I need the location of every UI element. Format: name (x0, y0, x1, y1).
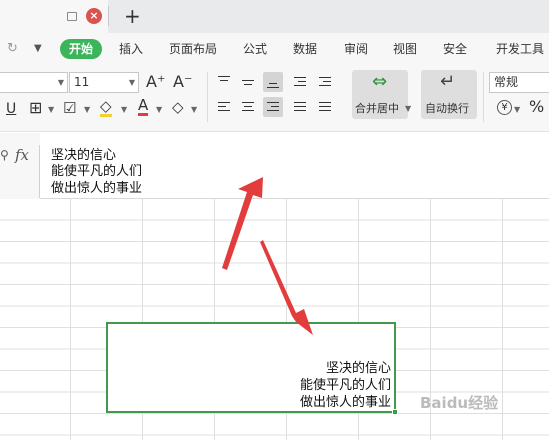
distribute-icon[interactable] (315, 97, 335, 117)
watermark-logo: Baidu经验 (420, 394, 499, 412)
format-dropdown-icon[interactable]: ▼ (84, 105, 90, 114)
toolbar-divider (207, 72, 208, 122)
search-icon[interactable]: ⚲ (0, 148, 9, 162)
formula-line-3: 做出惊人的事业 (51, 181, 143, 196)
redo-icon[interactable]: ↻ (7, 41, 18, 56)
formula-line-1: 坚决的信心 (51, 148, 117, 163)
align-middle-icon[interactable] (238, 72, 258, 92)
border-icon[interactable]: ⊞ (29, 100, 42, 116)
align-top-icon[interactable] (214, 72, 234, 92)
spreadsheet-app: × + ↻ ▼ 开始 插入 页面布局 公式 数据 审阅 视图 安全 开发工具 ▼… (0, 0, 549, 440)
menu-developer[interactable]: 开发工具 (496, 40, 544, 58)
number-format-combo[interactable]: 常规 (489, 72, 549, 93)
cell-line-2: 能使平凡的人们 (299, 378, 391, 393)
cell-line-3: 做出惊人的事业 (299, 395, 391, 410)
fill-color-icon[interactable]: ◇ (100, 99, 112, 117)
align-left-icon[interactable] (214, 97, 234, 117)
menu-view[interactable]: 视图 (393, 40, 417, 58)
number-format-value: 常规 (494, 75, 519, 89)
increase-indent-icon[interactable] (315, 72, 335, 92)
toolbar-divider-2 (483, 72, 484, 122)
dropdown-icon[interactable]: ▼ (34, 43, 42, 54)
menu-formulas[interactable]: 公式 (243, 40, 267, 58)
menu-insert[interactable]: 插入 (119, 40, 143, 58)
justify-icon[interactable] (290, 97, 310, 117)
font-size-combo[interactable]: 11 ▼ (69, 72, 139, 93)
wrap-text-icon: ↵ (440, 71, 456, 92)
merge-center-label: 合并居中 (355, 102, 399, 115)
close-tab-icon[interactable]: × (86, 8, 102, 24)
menu-security[interactable]: 安全 (443, 40, 467, 58)
font-color-icon[interactable]: A (138, 98, 149, 116)
percent-icon[interactable]: % (529, 99, 544, 115)
menu-page-layout[interactable]: 页面布局 (169, 40, 217, 58)
increase-font-icon[interactable]: A⁺ (146, 74, 165, 90)
restore-icon[interactable] (67, 12, 77, 21)
font-name-combo[interactable]: ▼ (0, 72, 68, 93)
underline-icon[interactable]: U (6, 101, 16, 117)
align-right-icon[interactable] (263, 97, 283, 117)
fx-icon[interactable]: fx (15, 146, 29, 164)
font-size-value: 11 (74, 75, 90, 89)
conditional-format-icon[interactable]: ☑ (63, 100, 76, 116)
tab-divider (108, 6, 109, 26)
formula-line-2: 能使平凡的人们 (51, 164, 143, 179)
menu-home[interactable]: 开始 (60, 39, 103, 59)
currency-icon[interactable]: ¥ (497, 100, 512, 115)
fill-handle[interactable] (392, 409, 398, 415)
border-dropdown-icon[interactable]: ▼ (48, 105, 54, 114)
clear-dropdown-icon[interactable]: ▼ (191, 105, 197, 114)
decrease-indent-icon[interactable] (290, 72, 310, 92)
menu-data[interactable]: 数据 (293, 40, 317, 58)
clear-format-icon[interactable]: ◇ (172, 99, 184, 115)
wrap-text-label: 自动换行 (425, 102, 469, 115)
font-color-dropdown-icon[interactable]: ▼ (156, 105, 162, 114)
menu-review[interactable]: 审阅 (344, 40, 368, 58)
fill-dropdown-icon[interactable]: ▼ (121, 105, 127, 114)
align-center-icon[interactable] (238, 97, 258, 117)
formula-bar-left (0, 133, 40, 199)
cell-line-1: 坚决的信心 (325, 361, 391, 376)
new-tab-icon[interactable]: + (124, 4, 141, 28)
merge-dropdown-icon[interactable]: ▼ (405, 104, 411, 113)
currency-dropdown-icon[interactable]: ▼ (514, 105, 520, 114)
merge-center-icon: ⇔ (372, 71, 388, 92)
align-bottom-icon[interactable] (263, 72, 283, 92)
decrease-font-icon[interactable]: A⁻ (173, 74, 192, 90)
